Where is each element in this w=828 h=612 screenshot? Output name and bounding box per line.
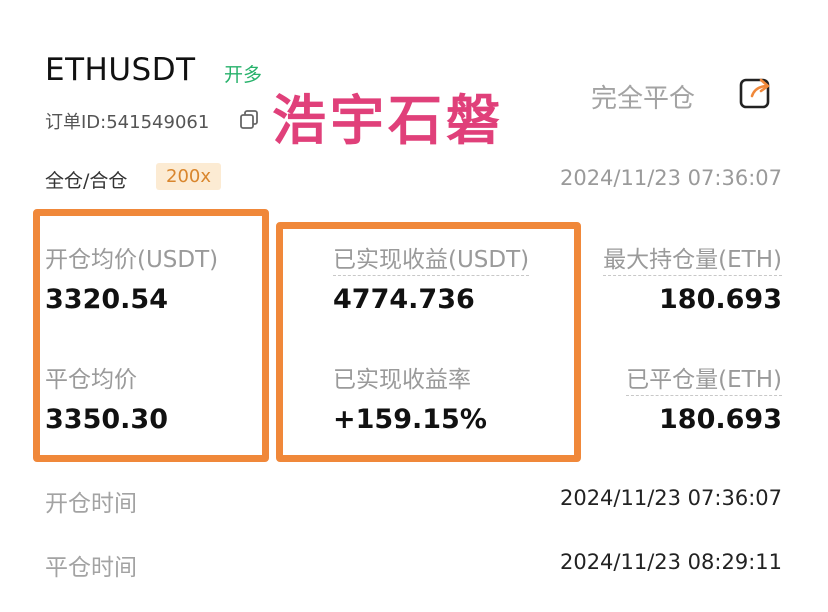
realized-roi-label: 已实现收益率 <box>333 367 471 393</box>
close-time-value: 2024/11/23 08:29:11 <box>559 550 782 574</box>
leverage-badge: 200x <box>156 163 222 190</box>
close-avg-label: 平仓均价 <box>45 367 137 393</box>
watermark-text: 浩宇石磐 <box>272 89 504 152</box>
copy-icon[interactable] <box>238 108 260 130</box>
header-time: 2024/11/23 07:36:07 <box>559 166 782 190</box>
realized-roi-value: +159.15% <box>333 404 487 435</box>
close-all-button[interactable]: 完全平仓 <box>591 78 695 115</box>
open-time-label: 开仓时间 <box>45 491 137 517</box>
open-avg-label: 开仓均价(USDT) <box>45 247 219 273</box>
max-position-value: 180.693 <box>659 284 782 315</box>
symbol-title: ETHUSDT <box>45 52 196 88</box>
margin-mode: 全仓/合仓 <box>45 170 128 192</box>
closed-qty-label: 已平仓量(ETH) <box>626 360 782 396</box>
share-icon[interactable] <box>738 74 774 110</box>
closed-qty-value: 180.693 <box>659 404 782 435</box>
position-side-badge: 开多 <box>224 64 263 86</box>
realized-pnl-value: 4774.736 <box>333 284 475 315</box>
open-time-value: 2024/11/23 07:36:07 <box>559 486 782 510</box>
order-id: 订单ID:541549061 <box>45 112 210 133</box>
open-avg-value: 3320.54 <box>45 284 168 315</box>
max-position-label: 最大持仓量(ETH) <box>603 240 782 276</box>
realized-pnl-label: 已实现收益(USDT) <box>333 240 530 276</box>
close-avg-value: 3350.30 <box>45 404 168 435</box>
close-time-label: 平仓时间 <box>45 555 137 581</box>
